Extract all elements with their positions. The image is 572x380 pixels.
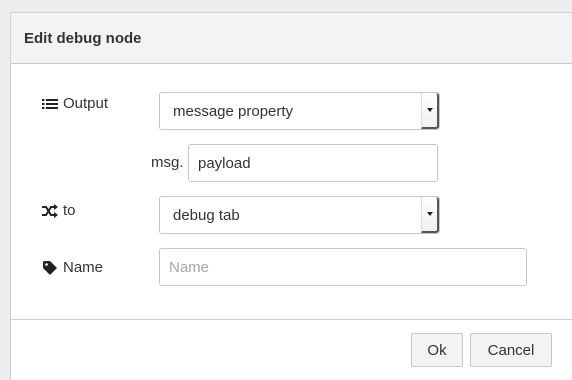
- output-label-text: Output: [63, 95, 109, 112]
- output-select[interactable]: message property: [159, 92, 440, 130]
- tag-icon: [43, 260, 57, 275]
- chevron-down-icon[interactable]: [421, 93, 439, 129]
- edit-debug-node-dialog: Edit debug node Output message property …: [10, 12, 572, 380]
- output-select-value: message property: [173, 103, 294, 120]
- ok-button[interactable]: Ok: [411, 333, 463, 367]
- name-label-text: Name: [63, 259, 104, 276]
- list-icon: [42, 98, 58, 109]
- cancel-button[interactable]: Cancel: [470, 333, 552, 367]
- to-label-text: to: [63, 202, 76, 219]
- to-label: to: [42, 202, 76, 219]
- property-input[interactable]: [188, 144, 438, 182]
- to-select[interactable]: debug tab: [159, 196, 440, 234]
- name-input[interactable]: [159, 248, 527, 286]
- dialog-title: Edit debug node: [24, 30, 142, 47]
- name-label: Name: [42, 259, 103, 276]
- dialog-header: Edit debug node: [11, 13, 572, 64]
- msg-prefix: msg.: [151, 154, 184, 171]
- to-select-value: debug tab: [173, 207, 240, 224]
- output-label: Output: [42, 95, 108, 112]
- chevron-down-icon[interactable]: [421, 197, 439, 233]
- footer-divider: [11, 319, 572, 320]
- random-icon: [42, 203, 58, 218]
